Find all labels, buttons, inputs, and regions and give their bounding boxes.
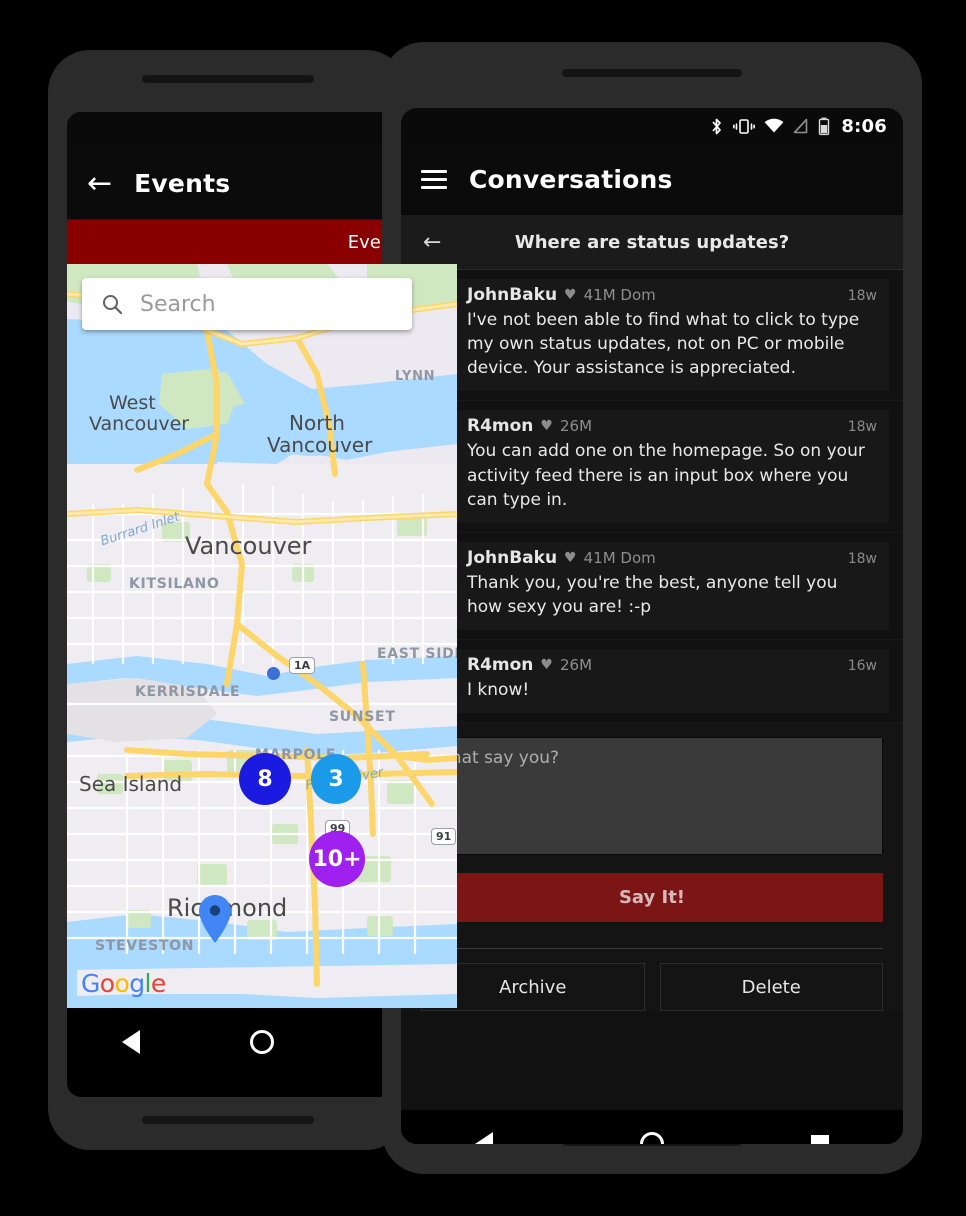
message-body: JohnBaku ♥ 41M Dom 18w Thank you, you're… [455, 541, 889, 630]
search-placeholder: Search [140, 291, 216, 317]
compose-area: Say It! Archive Delete [401, 723, 903, 1012]
nav-home-icon[interactable] [639, 1132, 664, 1144]
message-time: 18w [847, 550, 877, 567]
map-cluster-8[interactable]: 8 [239, 753, 291, 805]
message-body: R4mon ♥ 26M 16w I know! [455, 649, 889, 714]
message-body: R4mon ♥ 26M 18w You can add one on the h… [455, 410, 889, 523]
event-map[interactable]: Search West Vancouver North Vancouver LY… [67, 264, 457, 1008]
heart-icon: ♥ [540, 657, 553, 673]
map-highway-shield-1a: 1A [289, 657, 316, 674]
message-meta: 26M [559, 417, 593, 436]
heart-icon: ♥ [564, 549, 577, 566]
search-icon [103, 295, 123, 315]
heart-icon: ♥ [564, 287, 577, 303]
message-row[interactable]: R4mon ♥ 26M 16w I know! [401, 640, 903, 724]
screenshot-stage: ← Events Event Map [0, 0, 966, 1216]
conversations-screen: 8:06 Conversations ← Where are status up… [401, 108, 903, 1144]
message-author[interactable]: JohnBaku [467, 285, 557, 305]
status-clock: 8:06 [841, 115, 887, 137]
map-cluster-3[interactable]: 3 [311, 754, 361, 804]
message-row[interactable]: JohnBaku ♥ 41M Dom 18w Thank you, you're… [401, 533, 903, 640]
hamburger-icon[interactable] [421, 170, 447, 189]
message-text: I've not been able to find what to click… [467, 310, 860, 379]
message-header: JohnBaku ♥ 41M Dom 18w [467, 548, 877, 568]
message-author[interactable]: JohnBaku [467, 548, 557, 568]
map-cluster-10plus-label: 10+ [312, 846, 362, 872]
message-time: 18w [847, 419, 877, 436]
nav-back-icon[interactable] [122, 1030, 140, 1054]
phone-earpiece-speaker [142, 75, 314, 83]
no-signal-icon [793, 117, 809, 136]
thread-header: ← Where are status updates? [401, 216, 903, 270]
battery-icon [818, 117, 830, 136]
message-meta: 26M [559, 656, 593, 674]
message-header: JohnBaku ♥ 41M Dom 18w [467, 285, 877, 305]
message-author[interactable]: R4mon [467, 416, 533, 436]
message-header: R4mon ♥ 26M 16w [467, 655, 877, 675]
phone-earpiece-speaker [562, 69, 742, 77]
delete-button[interactable]: Delete [659, 963, 883, 1012]
message-header: R4mon ♥ 26M 18w [467, 416, 877, 436]
map-highway-shield-91: 91 [431, 828, 457, 845]
page-title: Conversations [469, 165, 673, 194]
message-time: 18w [847, 288, 877, 304]
conversation-body: ← Where are status updates? JohnBaku ♥ 4… [401, 216, 903, 1110]
map-cluster-10plus[interactable]: 10+ [309, 831, 365, 887]
message-meta: 41M Dom [583, 286, 656, 304]
message-meta: 41M Dom [583, 548, 656, 567]
message-text: You can add one on the homepage. So on y… [467, 441, 865, 510]
search-input[interactable]: Search [82, 278, 412, 330]
message-text: I know! [467, 680, 530, 700]
message-row[interactable]: JohnBaku ♥ 41M Dom 18w I've not been abl… [401, 270, 903, 402]
bluetooth-icon [709, 117, 724, 136]
conversations-nav-bar [401, 1110, 903, 1144]
message-list: JohnBaku ♥ 41M Dom 18w I've not been abl… [401, 270, 903, 724]
pin-kerrisdale[interactable] [198, 894, 232, 948]
status-bar: 8:06 [401, 108, 903, 144]
reply-textarea[interactable] [421, 737, 883, 856]
message-time: 16w [847, 658, 877, 674]
dot-north-vancouver[interactable] [267, 667, 280, 680]
message-row[interactable]: R4mon ♥ 26M 18w You can add one on the h… [401, 401, 903, 533]
nav-recents-icon[interactable] [811, 1135, 830, 1144]
say-it-button[interactable]: Say It! [421, 873, 883, 923]
divider [421, 948, 883, 950]
phone-bottom-speaker [142, 1116, 314, 1124]
heart-icon: ♥ [540, 418, 553, 435]
phone-device-conversations: 8:06 Conversations ← Where are status up… [382, 42, 922, 1174]
map-cluster-8-label: 8 [257, 766, 273, 792]
arrow-left-icon[interactable]: ← [87, 168, 112, 199]
message-body: JohnBaku ♥ 41M Dom 18w I've not been abl… [455, 279, 889, 392]
nav-home-icon[interactable] [250, 1030, 274, 1054]
vibrate-icon [733, 117, 756, 136]
google-logo: Google [81, 969, 166, 998]
arrow-left-icon[interactable]: ← [423, 231, 441, 254]
wifi-icon [764, 117, 784, 136]
phone-device-events: ← Events Event Map [48, 50, 457, 1150]
thread-subject: Where are status updates? [514, 232, 790, 253]
nav-back-icon[interactable] [474, 1132, 493, 1144]
map-canvas [67, 264, 457, 1008]
action-row: Archive Delete [421, 963, 883, 1012]
page-title: Events [134, 169, 231, 198]
message-author[interactable]: R4mon [467, 655, 533, 675]
map-cluster-3-label: 3 [328, 766, 344, 792]
message-text: Thank you, you're the best, anyone tell … [467, 572, 838, 617]
conversations-app-bar: Conversations [401, 144, 903, 216]
